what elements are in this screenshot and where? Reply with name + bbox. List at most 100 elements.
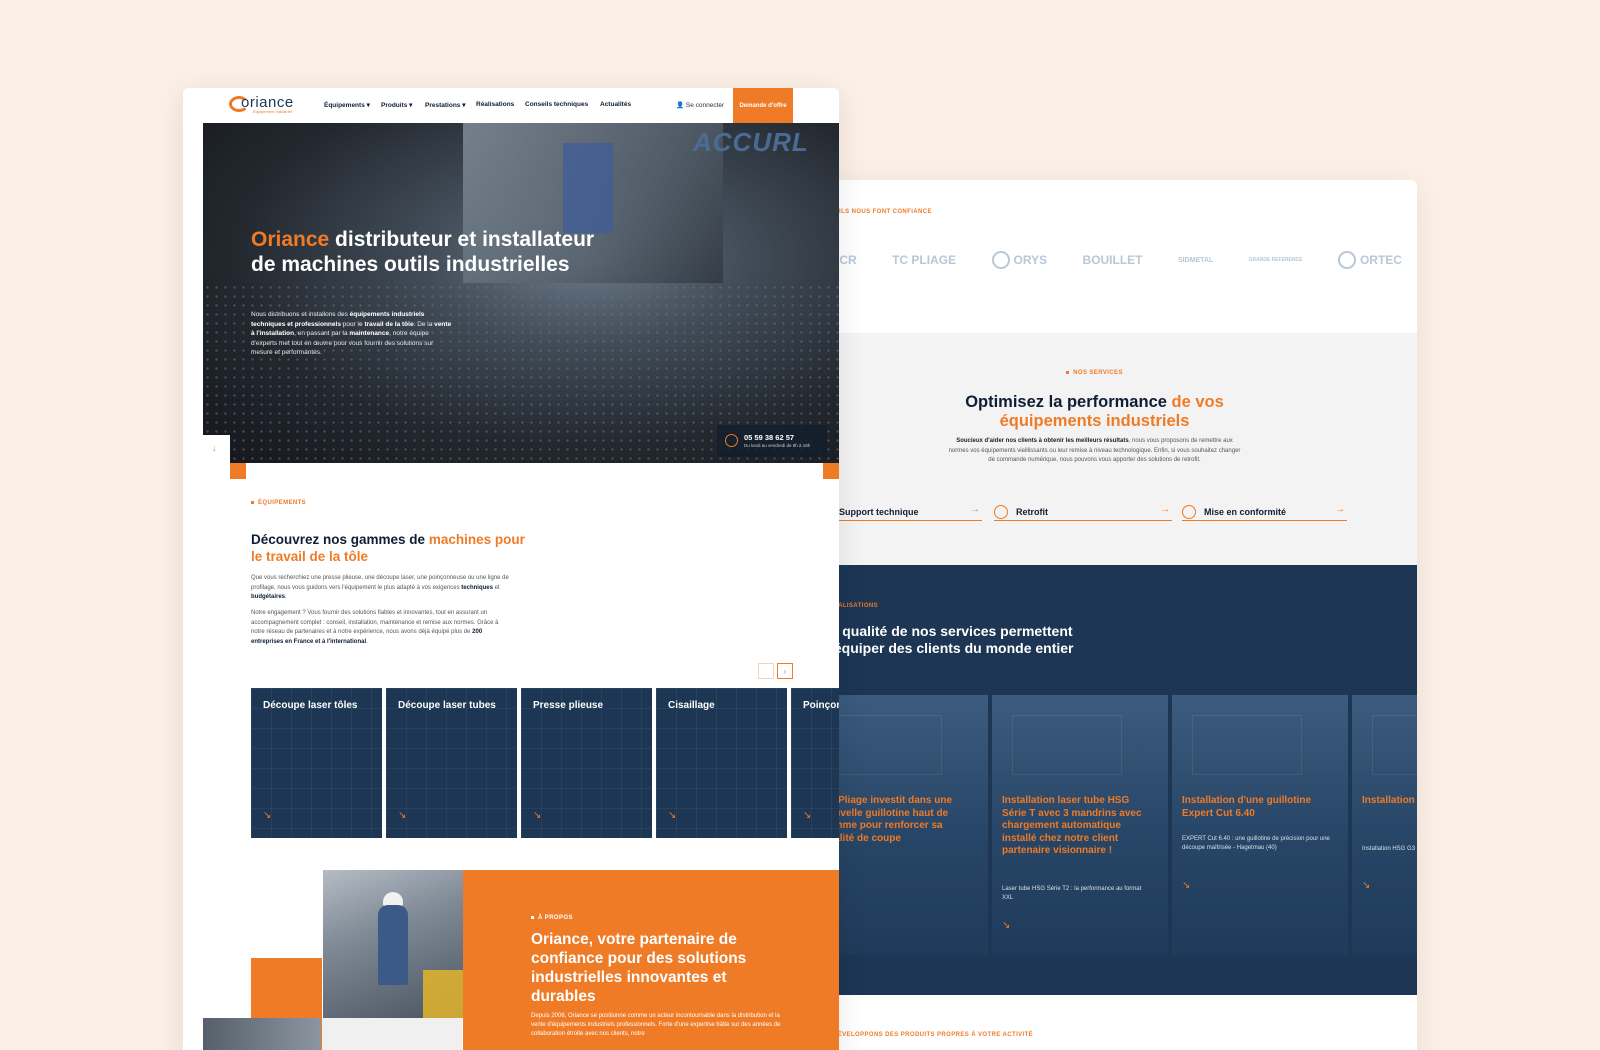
partner-logo: ORYS [991, 251, 1047, 269]
produits-eyebrow: Nous développons des produits propres à … [812, 1032, 1034, 1038]
about-photo-worker [323, 870, 463, 1018]
service-retrofit[interactable]: Retrofit → [994, 503, 1172, 521]
partner-logo: SIDMETAL [1177, 256, 1214, 264]
services-eyebrow: Nos services [812, 370, 1377, 376]
arrow-down-right-icon: ↘ [1362, 880, 1371, 891]
arrow-down-right-icon: ↘ [1002, 920, 1011, 931]
equipements-text-1: Que vous recherchiez une presse plieuse,… [251, 575, 509, 600]
login-link[interactable]: 👤 Se connecter [676, 101, 724, 109]
equipment-card-title: Poinçonnage [803, 700, 839, 711]
arrow-down-right-icon: ↘ [1182, 880, 1191, 891]
realisation-title: Installation d'une guillotine Expert Cut… [1182, 795, 1312, 819]
front-page-preview: oriance Équipement Industriel Équipement… [183, 88, 839, 1050]
card-image [1012, 715, 1122, 775]
carousel-prev-button[interactable] [758, 663, 774, 679]
service-mise-en-conformite[interactable]: Mise en conformité → [1182, 503, 1347, 521]
quote-request-button[interactable]: Demande d'offre [733, 88, 793, 123]
hero-title: Oriance distributeur et installateur de … [251, 228, 595, 276]
service-support-technique[interactable]: Support technique → [817, 503, 982, 521]
decor-square [823, 463, 839, 479]
scroll-down-button[interactable]: ↓ [203, 435, 230, 473]
realisation-desc: Laser tube HSG Série T2 : la performance… [1002, 886, 1142, 901]
about-title: Oriance, votre partenaire de confiance p… [531, 931, 747, 1005]
partner-logos: TCR TC PLIAGE ORYS BOUILLET SIDMETAL GRA… [832, 240, 1417, 280]
nav-produits[interactable]: Produits ▾ [381, 101, 412, 109]
worker-helmet [383, 892, 403, 906]
partner-logo: BOUILLET [1082, 253, 1143, 267]
logo-tagline: Équipement Industriel [253, 109, 292, 114]
equipment-card[interactable]: Poinçonnage ↘ [791, 688, 839, 838]
equipment-card-title: Cisaillage [668, 700, 715, 711]
realisation-desc: EXPERT Cut 6.40 : une guillotine de préc… [1182, 836, 1330, 851]
arrow-right-icon: → [1160, 504, 1170, 515]
phone-hours: Du lundi au vendredi de 8h à 18h [744, 443, 811, 448]
arrow-down-right-icon: ↘ [398, 810, 407, 821]
arrow-down-right-icon: ↘ [533, 810, 542, 821]
phone-icon [725, 434, 738, 447]
realisation-title: TC Pliage investit dans une nouvelle gui… [822, 795, 953, 844]
realisation-card[interactable]: Installation investit tôles Installation… [1352, 695, 1417, 955]
nav-conseils-techniques[interactable]: Conseils techniques [525, 101, 588, 108]
trust-section: Ils nous font confiance TCR TC PLIAGE OR… [812, 180, 1417, 333]
arrow-right-icon: → [970, 504, 980, 515]
card-image [832, 715, 942, 775]
phone-number: 05 59 38 62 57 [744, 433, 795, 442]
partner-logo: ORTEC [1337, 251, 1402, 269]
machine-detail [423, 970, 463, 1018]
arrow-down-icon: ↓ [212, 443, 217, 453]
services-title: Optimisez la performance de vos équipeme… [965, 393, 1224, 430]
about-text: Depuis 2006, Oriance se positionne comme… [531, 1013, 781, 1037]
decor-square [230, 463, 246, 479]
realisation-card[interactable]: Installation laser tube HSG Série T avec… [992, 695, 1168, 955]
nav-realisations[interactable]: Réalisations [476, 101, 514, 108]
nav-prestations[interactable]: Prestations ▾ [425, 101, 465, 109]
about-photo-secondary [203, 1018, 321, 1050]
user-icon: 👤 [676, 102, 685, 109]
about-eyebrow: À propos [531, 915, 573, 921]
carousel-next-button[interactable]: › [777, 663, 793, 679]
equipment-card-title: Découpe laser tôles [263, 700, 358, 711]
hero-section: ACCURL Oriance distributeur et installat… [203, 123, 839, 463]
trust-eyebrow: Ils nous font confiance [832, 209, 932, 215]
orys-logo-icon [991, 251, 1010, 269]
card-image [1192, 715, 1302, 775]
equipment-card-title: Découpe laser tubes [398, 700, 496, 711]
card-image [1372, 715, 1417, 775]
realisations-title: La qualité de nos services permettent d'… [822, 623, 1074, 656]
realisation-card[interactable]: Installation d'une guillotine Expert Cut… [1172, 695, 1348, 955]
accurl-brand-mark: ACCURL [693, 127, 809, 157]
site-logo[interactable]: oriance Équipement Industriel [229, 94, 309, 116]
phone-contact-box[interactable]: 05 59 38 62 57 Du lundi au vendredi de 8… [717, 425, 827, 457]
arrow-down-right-icon: ↘ [263, 810, 272, 821]
partner-logo: TC PLIAGE [892, 253, 957, 267]
services-section: Nos services Optimisez la performance de… [812, 333, 1417, 565]
realisations-section: Réalisations La qualité de nos services … [812, 565, 1417, 995]
equipment-card-title: Presse plieuse [533, 700, 604, 711]
realisation-title: Installation investit tôles [1362, 795, 1417, 806]
decor-block [322, 1018, 462, 1050]
back-page-preview: Ils nous font confiance TCR TC PLIAGE OR… [812, 180, 1417, 1050]
arrow-down-right-icon: ↘ [803, 810, 812, 821]
hero-lead: Nous distribuons et installons des équip… [251, 311, 452, 356]
chevron-right-icon: › [783, 666, 787, 676]
realisation-desc: Installation HSG G3 [1362, 846, 1416, 852]
site-header: oriance Équipement Industriel Équipement… [183, 88, 839, 123]
realisation-title: Installation laser tube HSG Série T avec… [1002, 795, 1142, 856]
services-text: Soucieux d'aider nos clients à obtenir l… [948, 438, 1241, 463]
arrow-right-icon: → [1335, 504, 1345, 515]
hero-machine-detail [563, 143, 613, 233]
equipment-card[interactable]: Presse plieuse ↘ [521, 688, 652, 838]
about-panel: À propos Oriance, votre partenaire de co… [463, 870, 839, 1050]
nav-equipements[interactable]: Équipements ▾ [324, 101, 370, 109]
equipements-text-2: Notre engagement ? Vous fournir des solu… [251, 610, 499, 645]
equipment-card[interactable]: Cisaillage ↘ [656, 688, 787, 838]
partner-logo: GRANDE REFERENCE [1248, 257, 1303, 263]
nav-actualites[interactable]: Actualités [600, 101, 631, 108]
equipment-card[interactable]: Découpe laser tôles ↘ [251, 688, 382, 838]
equipements-eyebrow: Équipements [251, 500, 306, 506]
equipment-card[interactable]: Découpe laser tubes ↘ [386, 688, 517, 838]
equipements-title: Découvrez nos gammes de machines pour le… [251, 532, 525, 564]
ortec-logo-icon [1337, 251, 1356, 269]
shield-check-icon [1182, 504, 1196, 519]
worker-figure [378, 905, 408, 985]
